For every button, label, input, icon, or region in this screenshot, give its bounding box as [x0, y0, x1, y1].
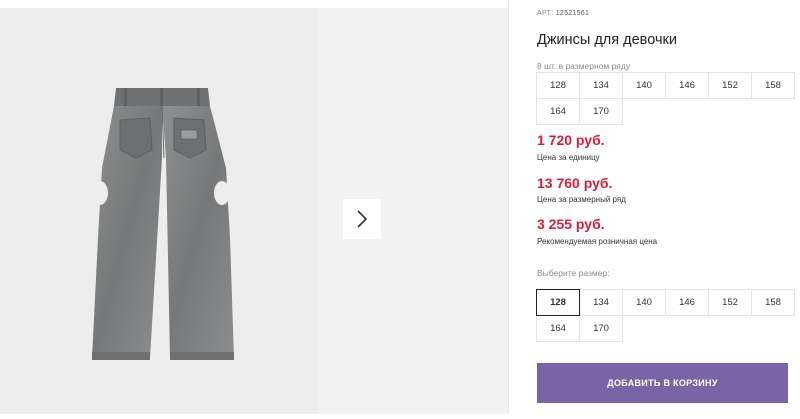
next-image-button[interactable] — [343, 199, 381, 239]
size-option-134[interactable]: 134 — [579, 289, 623, 316]
size-row-cell: 128 — [536, 72, 580, 99]
size-option-164[interactable]: 164 — [536, 315, 580, 342]
size-row-cell: 170 — [579, 98, 623, 125]
size-option-140[interactable]: 140 — [622, 289, 666, 316]
size-row-label: 8 шт. в размерном ряду — [537, 61, 631, 71]
size-option-128[interactable]: 128 — [536, 289, 580, 316]
retail-price: 3 255 руб. — [537, 216, 605, 232]
add-to-cart-button[interactable]: ДОБАВИТЬ В КОРЗИНУ — [537, 363, 788, 403]
article-value: 12521561 — [555, 10, 590, 17]
size-select-label: Выберите размер: — [537, 268, 610, 278]
product-title: Джинсы для девочки — [537, 32, 677, 48]
size-option-158[interactable]: 158 — [751, 289, 795, 316]
size-row-cell: 146 — [665, 72, 709, 99]
row-price-label: Цена за размерный ряд — [537, 195, 626, 204]
jeans-image — [92, 88, 234, 360]
size-selector: 128 134 140 146 152 158 164 170 — [536, 289, 795, 342]
article-number: АРТ: 12521561 — [537, 10, 589, 17]
size-row-cell: 152 — [708, 72, 752, 99]
product-gallery — [0, 8, 508, 414]
product-image[interactable] — [0, 8, 318, 414]
panel-divider — [508, 0, 509, 414]
size-option-170[interactable]: 170 — [579, 315, 623, 342]
article-label: АРТ: — [537, 10, 554, 17]
size-option-146[interactable]: 146 — [665, 289, 709, 316]
size-row-cell: 134 — [579, 72, 623, 99]
size-row-cell: 140 — [622, 72, 666, 99]
unit-price-label: Цена за единицу — [537, 153, 600, 162]
size-row-cell: 164 — [536, 98, 580, 125]
size-option-152[interactable]: 152 — [708, 289, 752, 316]
retail-price-label: Рекомендуемая розничная цена — [537, 237, 658, 246]
size-row-grid: 128 134 140 146 152 158 164 170 — [536, 72, 795, 125]
unit-price: 1 720 руб. — [537, 132, 605, 148]
row-price: 13 760 руб. — [537, 175, 613, 191]
chevron-right-icon — [357, 210, 368, 228]
size-row-cell: 158 — [751, 72, 795, 99]
